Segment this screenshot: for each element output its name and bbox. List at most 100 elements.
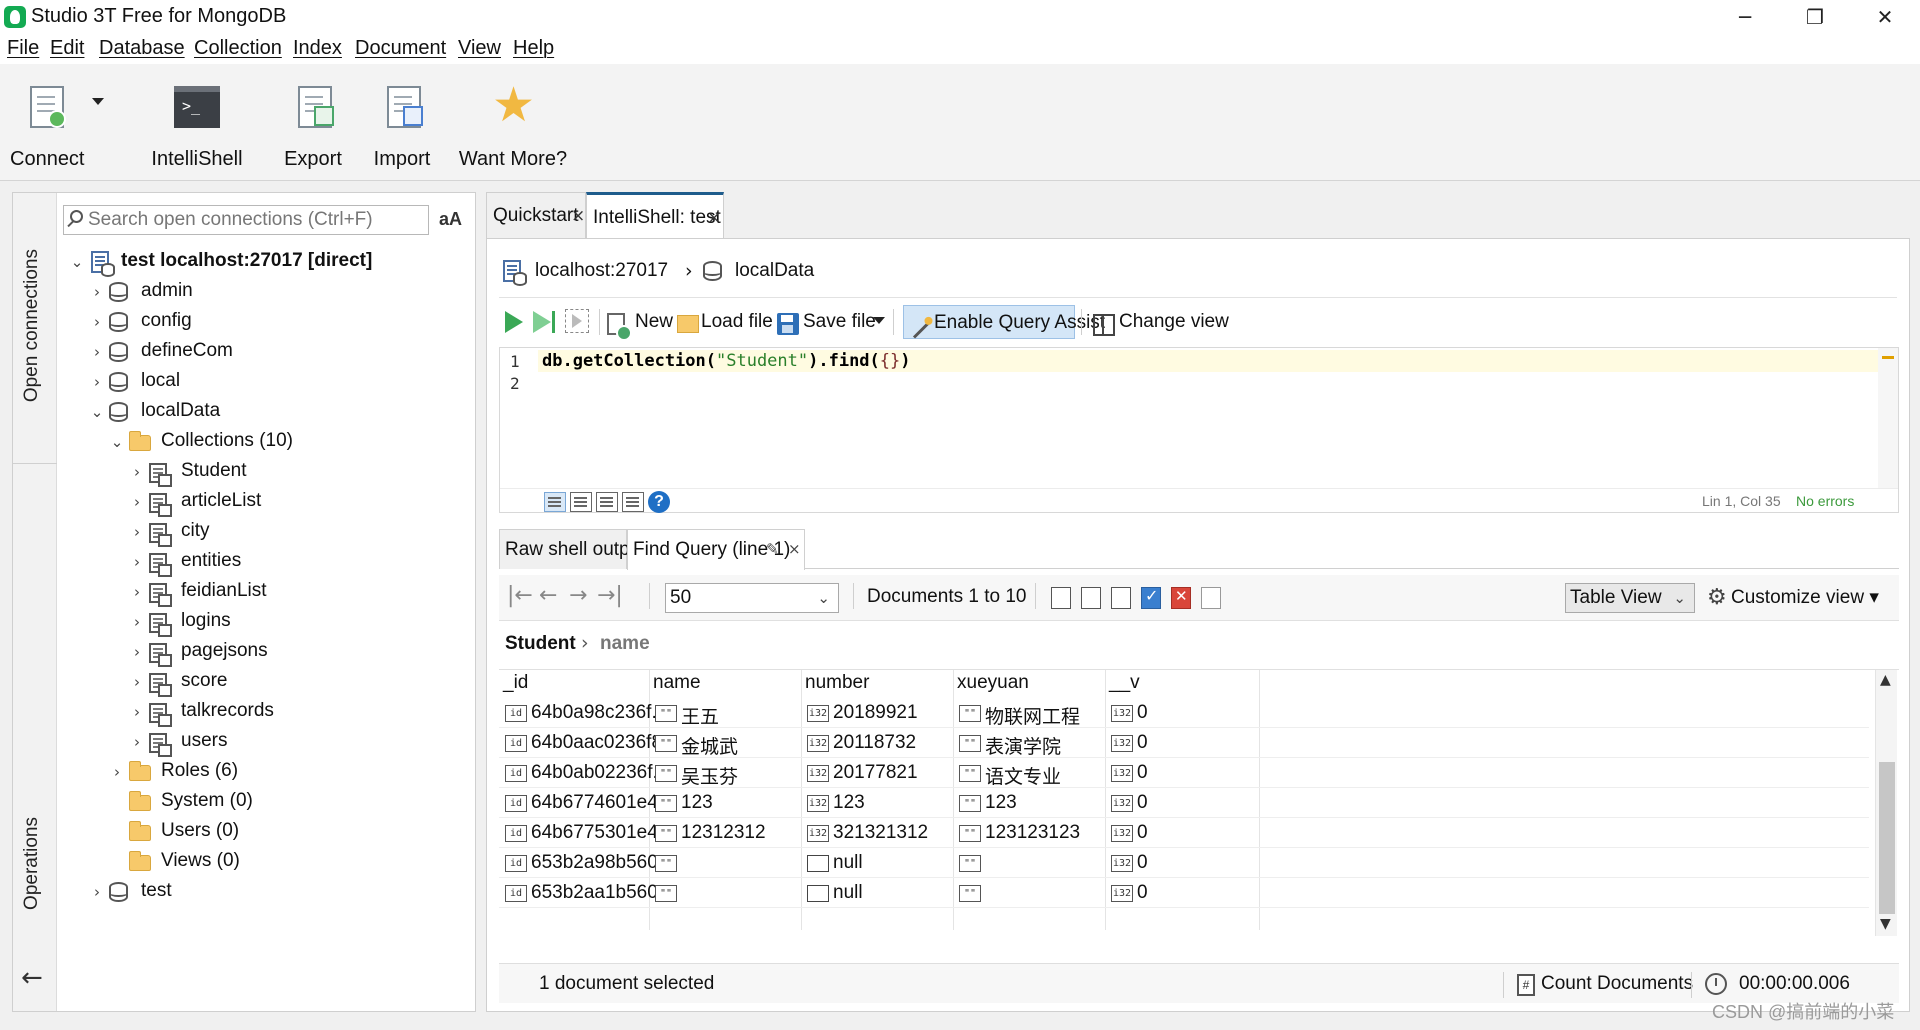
tree-item[interactable]: › local [13,367,423,397]
table-cell[interactable]: i32 20118732 [803,728,953,758]
count-documents-button[interactable]: Count Documents [1541,973,1693,995]
table-cell[interactable]: "" 123 [651,788,801,818]
chevron-right-icon[interactable]: › [89,283,105,301]
tree-item[interactable]: › Roles (6) [13,757,423,787]
code-area[interactable]: db.getCollection("Student").find({}) [538,348,1878,488]
table-cell[interactable]: null [803,848,953,878]
tree-item[interactable]: › entities [13,547,423,577]
table-cell[interactable]: "" 123 [955,788,1105,818]
menu-index[interactable]: Index [293,37,342,60]
gear-icon[interactable]: ⚙ [1707,585,1727,610]
column-header[interactable]: __v [1109,672,1140,694]
chevron-right-icon[interactable]: › [129,553,145,571]
tree-item[interactable]: › users [13,727,423,757]
scroll-thumb[interactable] [1879,762,1895,914]
menu-document[interactable]: Document [355,37,446,60]
tree-item[interactable]: › Student [13,457,423,487]
first-page-icon[interactable]: |← [507,583,533,608]
table-cell[interactable]: i32 0 [1107,758,1257,788]
new-button[interactable]: New [605,305,675,341]
menu-help[interactable]: Help [513,37,554,60]
close-window-button[interactable]: ✕ [1850,0,1920,34]
tree-item[interactable]: › test [13,877,423,907]
chevron-down-icon[interactable]: ⌄ [69,253,85,271]
indent-icon[interactable] [596,492,618,512]
execute-selection-icon[interactable] [565,309,589,333]
breadcrumb-db[interactable]: localData [735,260,814,282]
table-cell[interactable]: id653b2aa1b560... [501,878,655,908]
table-cell[interactable]: i32 0 [1107,878,1257,908]
table-row[interactable]: id64b0aac0236f8...""金城武i3220118732""表演学院… [499,728,1869,758]
last-page-icon[interactable]: →| [597,583,623,608]
view-document-icon[interactable] [1081,587,1101,609]
auto-format-icon[interactable] [544,492,566,512]
enable-query-assist-button[interactable]: Enable Query Assist [903,305,1105,339]
table-cell[interactable]: id64b0aac0236f8... [501,728,655,758]
chevron-right-icon[interactable]: › [129,733,145,751]
table-cell[interactable]: "" 金城武 [651,728,801,758]
connect-dropdown-icon[interactable] [92,98,104,105]
intellishell-button[interactable]: >_ IntelliShell [150,84,244,171]
table-cell[interactable]: i32 0 [1107,698,1257,728]
tree-item[interactable]: Users (0) [13,817,423,847]
table-cell[interactable]: "" 语文专业 [955,758,1105,788]
maximize-button[interactable]: ❐ [1780,0,1850,34]
table-cell[interactable]: i32 0 [1107,818,1257,848]
table-cell[interactable]: i32 321321312 [803,818,953,848]
connect-button[interactable]: Connect [10,84,85,171]
code-editor[interactable]: 1 2 db.getCollection("Student").find({})… [499,347,1899,513]
scroll-up-icon[interactable]: ▲ [1880,672,1891,688]
menu-file[interactable]: File [7,37,39,60]
minimize-button[interactable]: ─ [1710,0,1780,34]
load-file-button[interactable]: Load file [677,305,773,339]
menu-view[interactable]: View [458,37,501,60]
import-button[interactable]: Import [367,84,437,171]
tree-item[interactable]: ⌄ localData [13,397,423,427]
connection-search[interactable] [63,205,429,235]
table-cell[interactable]: id 64b0a98c236f... [501,698,655,728]
close-tab-icon[interactable]: × [788,540,801,558]
scroll-down-icon[interactable]: ▼ [1880,916,1891,932]
column-header[interactable]: _id [503,672,528,694]
chevron-right-icon[interactable]: › [129,643,145,661]
inspect-icon[interactable] [1201,587,1221,609]
execute-all-icon[interactable] [505,311,523,333]
chevron-down-icon[interactable]: ⌄ [109,433,125,451]
table-cell[interactable]: i32 0 [1107,848,1257,878]
outdent-icon[interactable] [622,492,644,512]
tree-item[interactable]: › config [13,307,423,337]
table-cell[interactable]: "" [955,848,1105,878]
table-cell[interactable]: "" 吴玉芬 [651,758,801,788]
tree-item[interactable]: System (0) [13,787,423,817]
chevron-right-icon[interactable]: › [109,763,125,781]
tree-item[interactable]: › defineCom [13,337,423,367]
tree-item[interactable]: › articleList [13,487,423,517]
table-cell[interactable]: "" 123123123 [955,818,1105,848]
menu-edit[interactable]: Edit [50,37,84,60]
chevron-right-icon[interactable]: › [129,703,145,721]
chevron-right-icon[interactable]: › [89,313,105,331]
prev-page-icon[interactable]: ← [539,583,557,608]
edit-document-icon[interactable] [1111,587,1131,609]
table-scrollbar[interactable]: ▲ ▼ [1875,670,1897,936]
change-view-button[interactable]: Change view [1091,305,1229,339]
tree-item[interactable]: Views (0) [13,847,423,877]
editor-scrollbar[interactable] [1878,348,1898,488]
table-cell[interactable]: i32 20189921 [803,698,953,728]
table-cell[interactable]: i32 0 [1107,728,1257,758]
view-mode-select[interactable]: Table View ⌄ [1565,583,1695,613]
help-icon[interactable]: ? [648,491,670,513]
table-row[interactable]: id653b2a98b560...""null""i320 [499,848,1869,878]
chevron-right-icon[interactable]: › [129,523,145,541]
tree-item[interactable]: › feidianList [13,577,423,607]
want-more-button[interactable]: ★ Want More? [456,80,570,171]
save-dropdown-icon[interactable] [873,317,885,324]
chevron-right-icon[interactable]: › [129,583,145,601]
chevron-right-icon[interactable]: › [129,463,145,481]
tab-find-query[interactable]: Find Query (line 1) ✎ × [627,529,805,570]
pin-icon[interactable]: ✎ [766,540,779,558]
table-cell[interactable]: id64b6774601e4... [501,788,655,818]
column-header[interactable]: xueyuan [957,672,1029,694]
add-document-icon[interactable] [1051,587,1071,609]
table-cell[interactable]: "" 表演学院 [955,728,1105,758]
